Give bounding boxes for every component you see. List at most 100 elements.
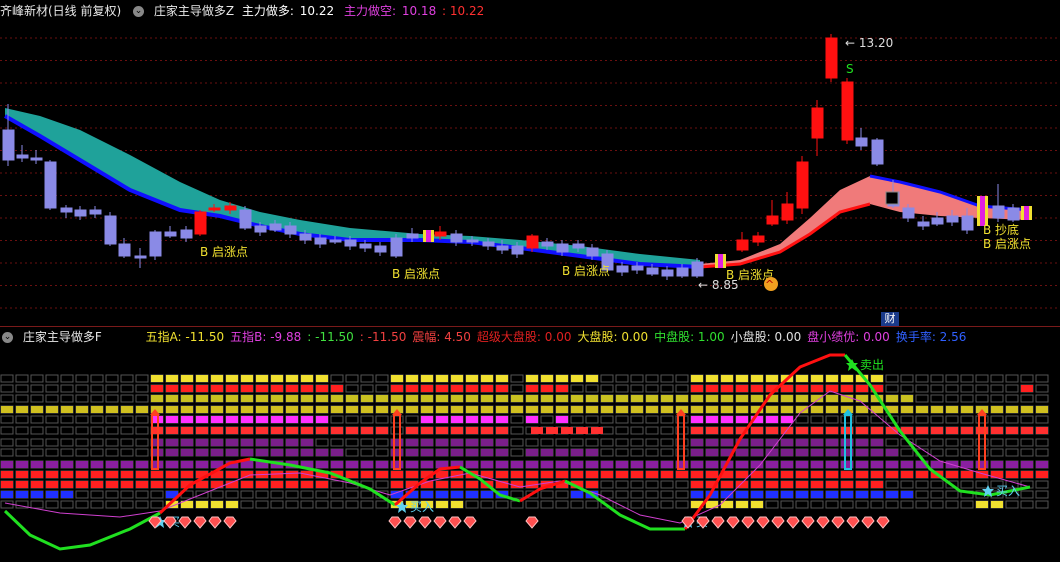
grid-box <box>345 500 359 509</box>
filled-box <box>436 491 448 498</box>
grid-box <box>900 415 914 424</box>
grid-box <box>540 438 554 447</box>
filled-box <box>391 471 403 478</box>
grid-box <box>120 490 134 499</box>
grid-box <box>105 374 119 383</box>
filled-box <box>136 471 148 478</box>
stock-title[interactable]: 齐峰新材(日线 前复权) <box>0 4 121 18</box>
grid-box <box>645 490 659 499</box>
filled-box <box>886 491 898 498</box>
diamond-icon <box>756 516 770 529</box>
filled-box <box>481 395 493 402</box>
grid-box <box>495 500 509 509</box>
filled-box <box>961 461 973 468</box>
filled-box <box>136 406 148 413</box>
filled-box <box>886 395 898 402</box>
filled-box <box>361 427 373 434</box>
finance-tag[interactable]: 财 <box>881 312 899 326</box>
filled-box <box>151 385 163 392</box>
filled-box <box>826 471 838 478</box>
filled-box <box>871 375 883 382</box>
chevron-down-icon[interactable]: ⌄ <box>2 332 13 343</box>
filled-box <box>391 385 403 392</box>
filled-box <box>196 501 208 508</box>
grid-box <box>660 426 674 435</box>
grid-box <box>1035 480 1049 489</box>
sub-indicator-name[interactable]: 庄家主导做多F <box>23 330 102 344</box>
grid-box <box>90 448 104 457</box>
filled-box <box>181 416 193 423</box>
filled-box <box>871 449 883 456</box>
filled-box <box>256 375 268 382</box>
filled-box <box>421 385 433 392</box>
grid-box <box>645 384 659 393</box>
grid-box <box>480 500 494 509</box>
candle <box>2 129 15 161</box>
grid-box <box>30 426 44 435</box>
indicator-values: 五指A: -11.50 五指B: -9.88: -11.50: -11.50 震幅:… <box>146 330 973 344</box>
filled-box <box>226 416 238 423</box>
filled-box <box>856 449 868 456</box>
filled-box <box>91 471 103 478</box>
filled-box <box>166 449 178 456</box>
filled-box <box>751 439 763 446</box>
indicator-chart[interactable]: 卖出买买入买买入 <box>0 345 1060 562</box>
grid-box <box>960 374 974 383</box>
filled-box <box>16 491 28 498</box>
grid-box <box>915 500 929 509</box>
price-chart[interactable]: ← 13.20S← 8.85B 启涨点B 启涨点 B 启涨点 B 启涨点B 抄底B … <box>0 20 1060 325</box>
candle <box>796 161 809 209</box>
filled-box <box>841 471 853 478</box>
grid-box <box>660 415 674 424</box>
filled-box <box>661 461 673 468</box>
indicator-value-9: 盘小绩优: 0.00 <box>807 330 890 344</box>
grid-box <box>105 438 119 447</box>
grid-box <box>600 384 614 393</box>
grid-box <box>615 415 629 424</box>
indicator-header: ⌄ 庄家主导做多F 五指A: -11.50 五指B: -9.88: -11.50:… <box>0 327 978 347</box>
grid-box <box>840 500 854 509</box>
indicator-value-5: 超级大盘股: 0.00 <box>476 330 572 344</box>
grid-box <box>975 384 989 393</box>
filled-box <box>211 501 223 508</box>
grid-box <box>960 438 974 447</box>
candle <box>89 209 102 215</box>
grid-box <box>330 490 344 499</box>
filled-box <box>796 449 808 456</box>
grid-box <box>0 394 14 403</box>
candle <box>631 265 644 271</box>
filled-box <box>406 385 418 392</box>
diamond-icon <box>418 516 432 529</box>
grid-box <box>255 500 269 509</box>
filled-box <box>886 471 898 478</box>
filled-box <box>196 395 208 402</box>
diamond-icon <box>403 516 417 529</box>
grid-box <box>915 384 929 393</box>
filled-box <box>736 375 748 382</box>
filled-box <box>781 416 793 423</box>
candle <box>60 207 73 213</box>
filled-box <box>451 375 463 382</box>
grid-box <box>135 374 149 383</box>
filled-box <box>946 406 958 413</box>
candle <box>44 161 57 209</box>
diamond-icon <box>876 516 890 529</box>
filled-box <box>241 375 253 382</box>
filled-box <box>616 406 628 413</box>
filled-box <box>826 439 838 446</box>
candle <box>344 239 357 247</box>
chevron-down-icon[interactable]: ⌄ <box>133 6 145 17</box>
filled-box <box>226 427 238 434</box>
diamond-icon <box>846 516 860 529</box>
grid-box <box>570 438 584 447</box>
filled-box <box>436 406 448 413</box>
filled-box <box>646 471 658 478</box>
filled-box <box>271 449 283 456</box>
grid-box <box>1005 448 1019 457</box>
indicator-name[interactable]: 庄家主导做多Z <box>154 4 234 18</box>
filled-box <box>481 406 493 413</box>
diamond-icon <box>223 516 237 529</box>
filled-box <box>466 406 478 413</box>
filled-box <box>736 395 748 402</box>
grid-box <box>90 394 104 403</box>
